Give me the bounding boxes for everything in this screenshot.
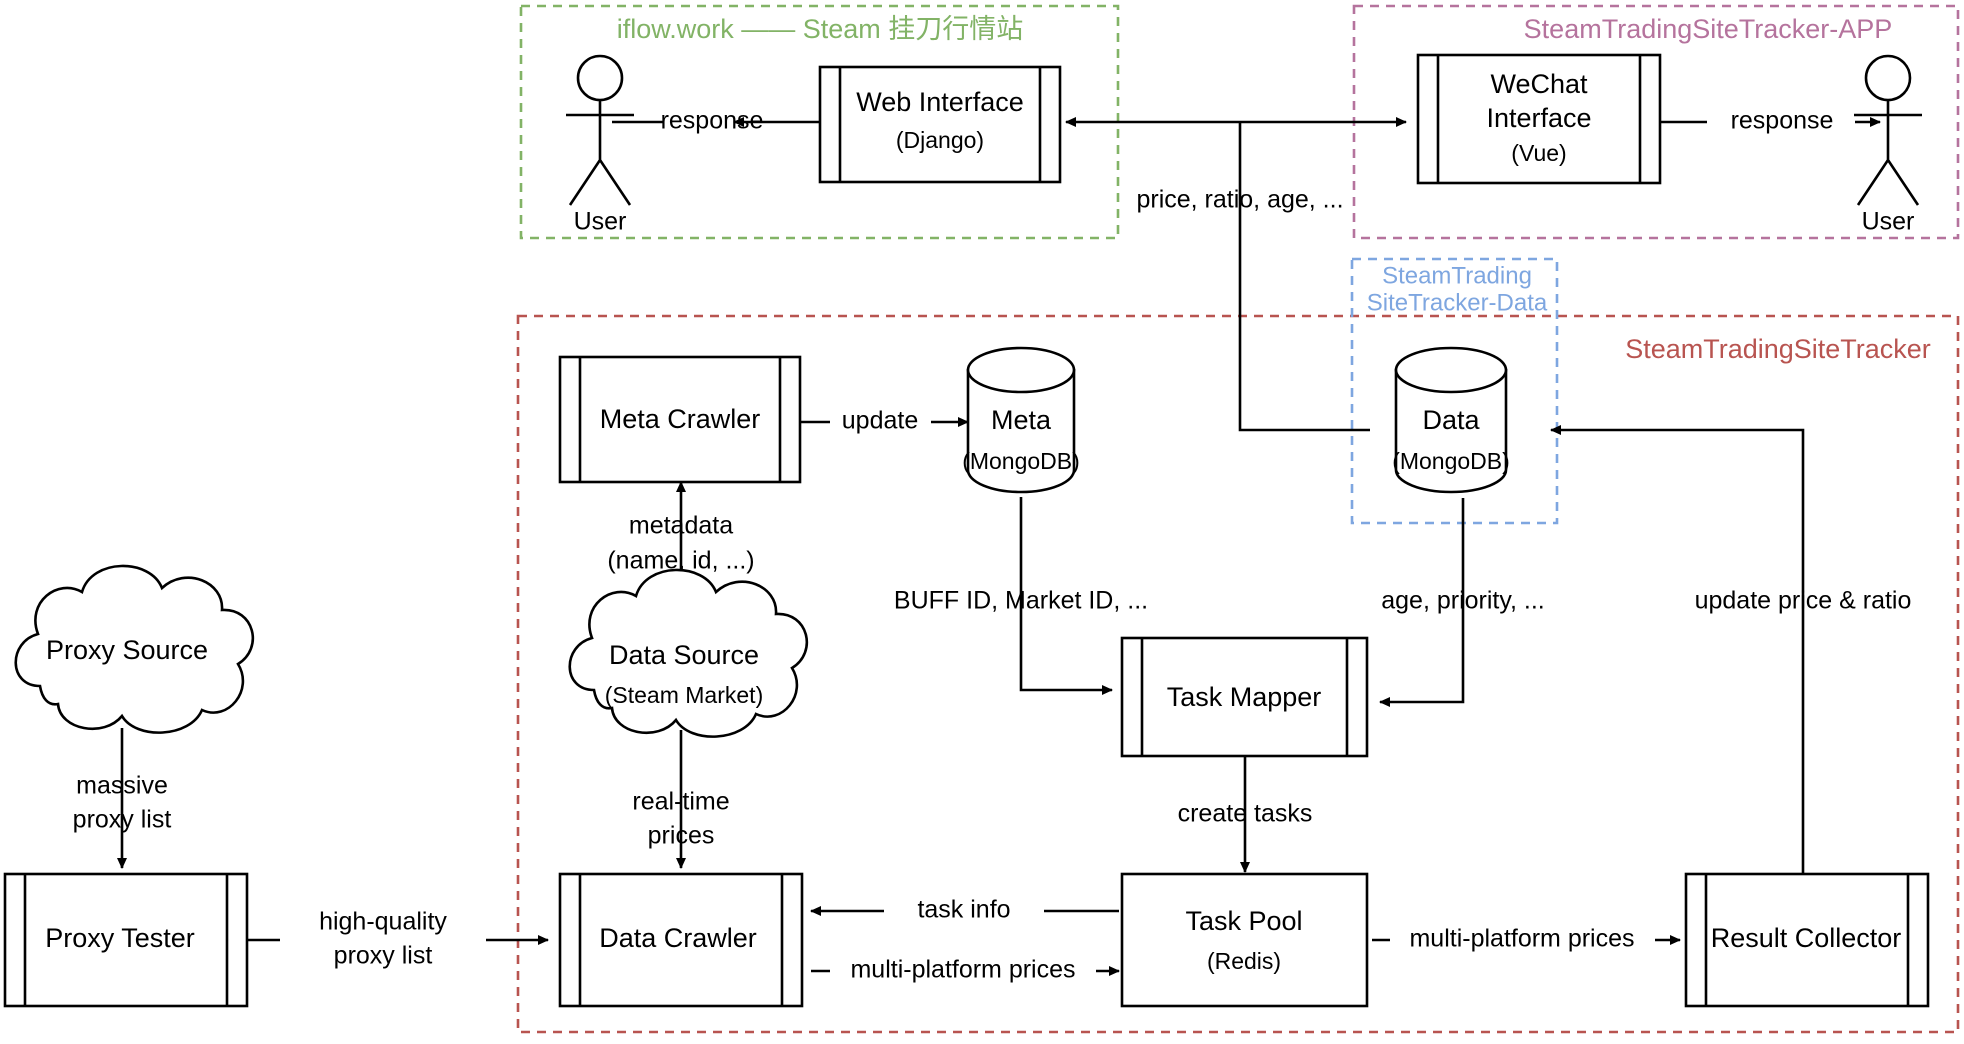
node-data-db[interactable]: Data (MongoDB) bbox=[1392, 346, 1510, 494]
edge-label-realtime-line2: prices bbox=[648, 822, 715, 850]
node-result-collector[interactable]: Result Collector bbox=[1684, 872, 1930, 1008]
edge-label-create-tasks: create tasks bbox=[1178, 800, 1313, 828]
node-data-source[interactable]: Data Source (Steam Market) bbox=[568, 568, 809, 738]
node-wechat-interface[interactable]: WeChat Interface (Vue) bbox=[1416, 53, 1662, 185]
node-task-pool[interactable]: Task Pool (Redis) bbox=[1120, 872, 1369, 1008]
edge-label-multi-platform-left: multi-platform prices bbox=[850, 956, 1075, 984]
edge-label-highquality-line2: proxy list bbox=[334, 942, 433, 970]
edge-label-response-right: response bbox=[1731, 107, 1834, 135]
node-proxy-source[interactable]: Proxy Source bbox=[14, 564, 255, 734]
edge-label-response-left: response bbox=[661, 107, 764, 135]
node-data-source-subtitle: (Steam Market) bbox=[605, 682, 763, 708]
actor-label-user-left: User bbox=[574, 208, 627, 236]
group-label-web: iflow.work —— Steam 挂刀行情站 bbox=[617, 14, 1024, 44]
node-meta-crawler-title: Meta Crawler bbox=[600, 404, 761, 434]
group-label-app: SteamTradingSiteTracker-APP bbox=[1524, 14, 1893, 44]
node-task-pool-title: Task Pool bbox=[1185, 906, 1302, 936]
node-wechat-interface-title-line2: Interface bbox=[1486, 103, 1591, 133]
actor-label-user-right: User bbox=[1862, 208, 1915, 236]
node-data-db-subtitle: (MongoDB) bbox=[1392, 448, 1510, 474]
edge-label-metadata-line1: metadata bbox=[629, 512, 733, 540]
node-meta-db-title: Meta bbox=[991, 405, 1052, 435]
edge-label-update: update bbox=[842, 407, 918, 435]
node-proxy-tester-title: Proxy Tester bbox=[45, 923, 195, 953]
node-meta-crawler[interactable]: Meta Crawler bbox=[558, 355, 802, 484]
edge-label-realtime-line1: real-time bbox=[632, 788, 729, 816]
node-task-mapper[interactable]: Task Mapper bbox=[1120, 636, 1369, 758]
node-web-interface[interactable]: Web Interface (Django) bbox=[818, 65, 1062, 184]
node-task-mapper-title: Task Mapper bbox=[1167, 682, 1322, 712]
edge-label-multi-platform-right: multi-platform prices bbox=[1409, 925, 1634, 953]
edge-label-update-price-ratio: update price & ratio bbox=[1695, 587, 1912, 615]
node-web-interface-subtitle: (Django) bbox=[896, 127, 984, 153]
node-data-source-title: Data Source bbox=[609, 640, 759, 670]
node-wechat-interface-subtitle: (Vue) bbox=[1511, 140, 1566, 166]
node-result-collector-title: Result Collector bbox=[1711, 923, 1902, 953]
node-data-crawler[interactable]: Data Crawler bbox=[558, 872, 804, 1008]
node-web-interface-title: Web Interface bbox=[856, 87, 1024, 117]
edge-label-massive-line2: proxy list bbox=[73, 806, 172, 834]
group-label-data-line1: SteamTrading bbox=[1382, 262, 1532, 289]
diagram-canvas: iflow.work —— Steam 挂刀行情站 SteamTradingSi… bbox=[0, 0, 1964, 1044]
actor-user-left: User bbox=[566, 54, 634, 236]
edge-label-massive-line1: massive bbox=[76, 772, 168, 800]
node-wechat-interface-title-line1: WeChat bbox=[1490, 69, 1588, 99]
architecture-diagram: iflow.work —— Steam 挂刀行情站 SteamTradingSi… bbox=[3, 4, 1960, 1034]
node-meta-db[interactable]: Meta (MongoDB) bbox=[962, 346, 1080, 494]
node-meta-db-subtitle: (MongoDB) bbox=[962, 448, 1080, 474]
edge-label-price-ratio-age: price, ratio, age, ... bbox=[1136, 186, 1343, 214]
node-task-pool-subtitle: (Redis) bbox=[1207, 948, 1281, 974]
group-label-data-line2: SiteTracker-Data bbox=[1367, 289, 1548, 316]
node-proxy-source-title: Proxy Source bbox=[46, 635, 208, 665]
group-label-tracker: SteamTradingSiteTracker bbox=[1625, 334, 1931, 364]
edge-label-buff-market-id: BUFF ID, Market ID, ... bbox=[894, 587, 1148, 615]
edge-label-age-priority: age, priority, ... bbox=[1381, 587, 1545, 615]
edge-label-task-info: task info bbox=[917, 896, 1010, 924]
link-resultcollector-to-data bbox=[1550, 425, 1805, 880]
edge-label-highquality-line1: high-quality bbox=[319, 908, 447, 936]
node-data-crawler-title: Data Crawler bbox=[599, 923, 757, 953]
node-data-db-title: Data bbox=[1422, 405, 1480, 435]
link-data-to-bus bbox=[1238, 122, 1370, 432]
actor-user-right: User bbox=[1854, 54, 1922, 236]
node-proxy-tester[interactable]: Proxy Tester bbox=[3, 872, 249, 1008]
